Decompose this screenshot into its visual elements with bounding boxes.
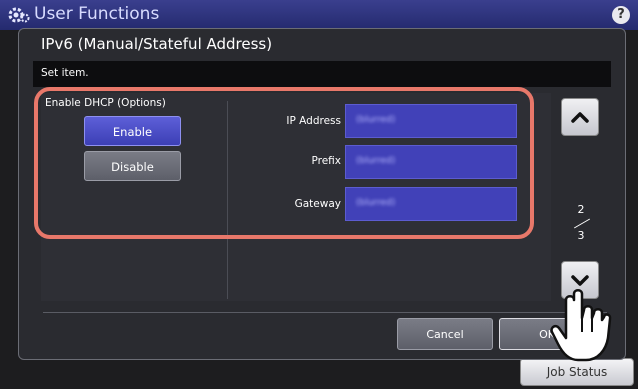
pager-column: 2 3 [559,93,607,303]
message-bar [33,61,611,87]
page-slash [573,218,591,229]
app-title: User Functions [34,4,160,24]
cancel-button[interactable]: Cancel [397,318,493,350]
page-total: 3 [577,229,585,242]
focus-highlight [34,87,534,239]
dialog-title: IPv6 (Manual/Stateful Address) [41,35,273,53]
chevron-up-icon [571,112,589,123]
page-current: 2 [577,203,585,216]
panel-bottom-line [43,312,607,313]
ipv6-dialog: IPv6 (Manual/Stateful Address) Set item.… [18,28,626,360]
help-icon[interactable]: ? [612,6,630,24]
scroll-up-button[interactable] [561,98,599,136]
pointer-hand-icon [550,289,612,362]
message-text: Set item. [41,67,89,79]
gear-icon [8,7,30,23]
